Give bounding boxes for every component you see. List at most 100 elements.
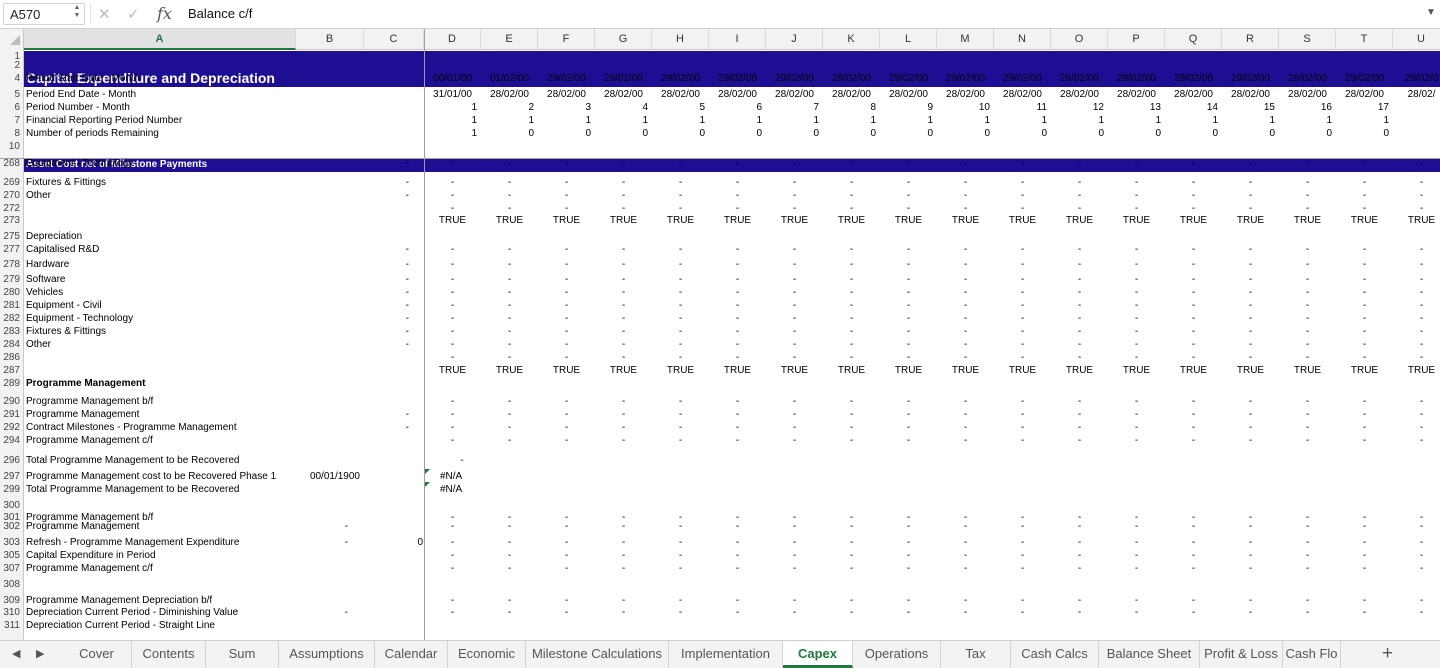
row-header[interactable]: 289 (0, 377, 24, 390)
sheet-tab-capex[interactable]: Capex (783, 641, 853, 668)
next-sheet-icon[interactable]: ▶ (36, 647, 44, 660)
column-header-a[interactable]: A (24, 29, 296, 50)
column-header-l[interactable]: L (880, 29, 937, 50)
sheet-tab-calendar[interactable]: Calendar (375, 641, 448, 668)
row-header[interactable]: 284 (0, 338, 24, 351)
column-header-b[interactable]: B (296, 29, 364, 50)
dash-cell: - (792, 203, 797, 214)
dash-cell: - (735, 326, 740, 337)
row-header[interactable]: 10 (0, 140, 24, 153)
previous-sheet-icon[interactable]: ◀ (12, 647, 20, 660)
column-header-n[interactable]: N (994, 29, 1051, 50)
dash-cell: - (1191, 422, 1196, 433)
row-header[interactable]: 291 (0, 408, 24, 421)
period-start-cell: 00/01/00 (433, 73, 472, 84)
row-header[interactable]: 2 (0, 59, 24, 72)
chevron-down-icon[interactable]: ▼ (1426, 7, 1436, 18)
sheet-tab-implementation[interactable]: Implementation (669, 641, 783, 668)
row-header[interactable]: 302 (0, 520, 24, 533)
sheet-tab-assumptions[interactable]: Assumptions (279, 641, 375, 668)
dash-cell: - (1362, 435, 1367, 446)
name-box-stepper-icon[interactable]: ▲ ▼ (72, 4, 82, 20)
column-header-d[interactable]: D (424, 29, 481, 50)
column-header-h[interactable]: H (652, 29, 709, 50)
dash-cell: - (1020, 326, 1025, 337)
row-header[interactable]: 290 (0, 395, 24, 408)
column-header-c[interactable]: C (364, 29, 424, 50)
row-header[interactable]: 281 (0, 299, 24, 312)
row-header[interactable]: 278 (0, 258, 24, 271)
row-label: Fixtures & Fittings (26, 326, 107, 337)
row-header[interactable]: 277 (0, 243, 24, 256)
dash-cell: - (564, 203, 569, 214)
sheet-tab-milestone-calculations[interactable]: Milestone Calculations (526, 641, 669, 668)
dash-cell: - (1191, 158, 1196, 169)
column-header-k[interactable]: K (823, 29, 880, 50)
row-header[interactable]: 287 (0, 364, 24, 377)
row-header[interactable]: 294 (0, 434, 24, 447)
row-header[interactable]: 297 (0, 470, 24, 483)
column-header-i[interactable]: I (709, 29, 766, 50)
row-header[interactable]: 282 (0, 312, 24, 325)
sheet-tab-balance-sheet[interactable]: Balance Sheet (1099, 641, 1200, 668)
cancel-icon[interactable]: ✕ (98, 5, 111, 23)
dash-cell: - (507, 396, 512, 407)
row-header[interactable]: 5 (0, 88, 24, 101)
truth-cell: TRUE (495, 365, 524, 376)
row-header[interactable]: 6 (0, 101, 24, 114)
row-header[interactable]: 275 (0, 230, 24, 243)
confirm-icon[interactable]: ✓ (127, 5, 140, 23)
insert-function-icon[interactable]: fx (157, 4, 172, 23)
dash-cell: - (1191, 396, 1196, 407)
row-header[interactable]: 303 (0, 536, 24, 549)
row-header[interactable]: 273 (0, 214, 24, 227)
sheet-tab-cash-calcs[interactable]: Cash Calcs (1011, 641, 1099, 668)
column-header-m[interactable]: M (937, 29, 994, 50)
sheet-tab-contents[interactable]: Contents (132, 641, 206, 668)
column-header-u[interactable]: U (1393, 29, 1440, 50)
row-header[interactable]: 279 (0, 273, 24, 286)
row-header[interactable]: 307 (0, 562, 24, 575)
row-header[interactable]: 305 (0, 549, 24, 562)
sheet-tab-cash-flo[interactable]: Cash Flo (1283, 641, 1341, 668)
row-header[interactable]: 8 (0, 127, 24, 140)
row-header[interactable]: 308 (0, 578, 24, 591)
row-header[interactable]: 299 (0, 483, 24, 496)
row-header[interactable]: 311 (0, 619, 24, 632)
column-header-q[interactable]: Q (1165, 29, 1222, 50)
select-all-corner[interactable] (0, 29, 24, 50)
dash-cell: - (1419, 339, 1424, 350)
dash-cell: - (621, 177, 626, 188)
sheet-tab-profit-loss[interactable]: Profit & Loss (1200, 641, 1283, 668)
column-header-j[interactable]: J (766, 29, 823, 50)
row-header[interactable]: 292 (0, 421, 24, 434)
column-header-t[interactable]: T (1336, 29, 1393, 50)
column-header-s[interactable]: S (1279, 29, 1336, 50)
sheet-tab-operations[interactable]: Operations (853, 641, 941, 668)
column-header-p[interactable]: P (1108, 29, 1165, 50)
column-header-e[interactable]: E (481, 29, 538, 50)
row-header[interactable]: 283 (0, 325, 24, 338)
row-header[interactable]: 270 (0, 189, 24, 202)
row-header[interactable]: 310 (0, 606, 24, 619)
column-header-f[interactable]: F (538, 29, 595, 50)
add-sheet-button[interactable]: + (1382, 643, 1393, 665)
spreadsheet-grid[interactable]: ABCDEFGHIJKLMNOPQRSTU Capital Expenditur… (0, 29, 1440, 640)
row-header[interactable]: 4 (0, 72, 24, 85)
column-header-g[interactable]: G (595, 29, 652, 50)
sheet-tab-economic[interactable]: Economic (448, 641, 526, 668)
truth-cell: TRUE (837, 365, 866, 376)
row-label: Period Start Date - Month (26, 73, 140, 84)
row-header[interactable]: 286 (0, 351, 24, 364)
column-header-r[interactable]: R (1222, 29, 1279, 50)
row-header[interactable]: 280 (0, 286, 24, 299)
sheet-tab-tax[interactable]: Tax (941, 641, 1011, 668)
sheet-tab-sum[interactable]: Sum (206, 641, 279, 668)
sheet-tab-cover[interactable]: Cover (62, 641, 132, 668)
row-header[interactable]: 296 (0, 454, 24, 467)
column-header-o[interactable]: O (1051, 29, 1108, 50)
formula-input[interactable]: Balance c/f (188, 6, 252, 21)
row-header[interactable]: 7 (0, 114, 24, 127)
dash-cell: - (678, 190, 683, 201)
row-header[interactable]: 269 (0, 176, 24, 189)
